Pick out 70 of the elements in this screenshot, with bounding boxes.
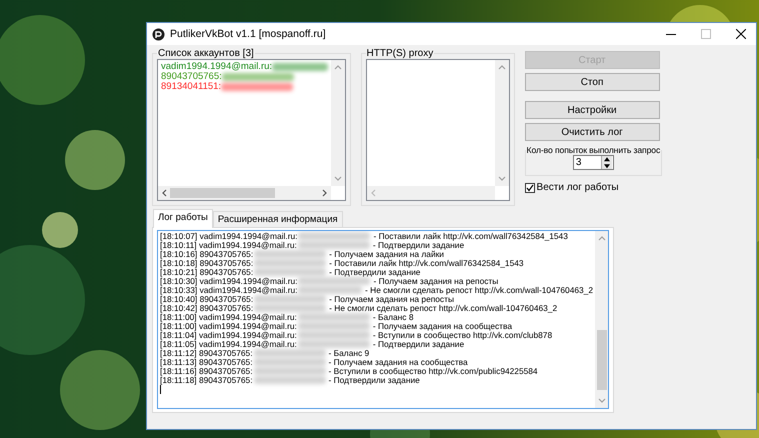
scroll-down-icon[interactable] — [498, 176, 506, 182]
scroll-down-icon[interactable] — [334, 176, 342, 182]
horizontal-scrollbar[interactable] — [366, 186, 495, 200]
log-message: - Получаем задания на сообщества — [328, 358, 468, 367]
checkbox-label[interactable]: Вести лог работы — [536, 182, 619, 193]
log-line: [18:10:18] 89043705765: — [160, 259, 254, 268]
log-message: - Поставили лайк http://vk.com/wall76342584_1543 — [373, 232, 568, 241]
log-line: [18:10:40] 89043705765: — [160, 295, 254, 304]
accounts-list[interactable]: vadim1994.1994@mail.ru: 89043705765: 89134041151: — [157, 59, 346, 201]
checkbox[interactable] — [524, 182, 535, 192]
log-message: - Подтвердили задание — [329, 268, 420, 277]
log-line: [18:10:42] 89043705765: — [160, 304, 254, 313]
group-title: Список аккаунтов [3] — [157, 48, 255, 59]
app-icon — [152, 28, 165, 40]
clear-log-button[interactable]: Очистить лог — [524, 123, 660, 141]
scroll-left-icon[interactable] — [161, 189, 167, 197]
log-line: [18:11:05] vadim1994.1994@mail.ru: — [160, 340, 297, 349]
tab[interactable]: Лог работы — [153, 209, 213, 228]
log-line: [18:11:13] 89043705765: — [160, 358, 253, 367]
account-entry[interactable]: 89134041151: — [161, 82, 222, 92]
close-icon[interactable] — [736, 29, 746, 39]
stop-button[interactable]: Стоп — [524, 73, 660, 91]
maximize-icon[interactable] — [701, 29, 711, 39]
log-message: - Подтвердили задание — [328, 376, 420, 385]
log-message: - Получаем задания на репосты — [373, 277, 498, 286]
log-message: - Вступили в сообщество http://vk.com/club878 — [372, 331, 552, 340]
log-line: [18:10:21] 89043705765: — [160, 268, 254, 277]
log-message: - Поставили лайк http://vk.com/wall76342584_1543 — [329, 259, 524, 268]
scroll-down-icon[interactable] — [598, 398, 606, 404]
log-line: [18:11:04] vadim1994.1994@mail.ru: — [160, 331, 297, 340]
log-message: - Не смогли сделать репост http://vk.com/wall-104760463_2 — [365, 286, 593, 295]
log-line: [18:11:00] vadim1994.1994@mail.ru: — [160, 322, 297, 331]
log-line: [18:11:00] vadim1994.1994@mail.ru: — [160, 313, 297, 322]
proxy-list[interactable] — [366, 59, 510, 201]
vertical-scrollbar[interactable] — [494, 60, 509, 186]
log-line: [18:10:16] 89043705765: — [160, 250, 254, 259]
log-line: [18:11:18] 89043705765: — [160, 376, 253, 385]
number-spinner[interactable]: 3 — [572, 155, 614, 170]
log-line: [18:10:33] vadim1994.1994@mail.ru: — [160, 286, 298, 295]
log-message: - Получаем задания на репосты — [329, 295, 454, 304]
vertical-scrollbar[interactable] — [595, 231, 608, 408]
scroll-thumb[interactable] — [596, 330, 606, 390]
group-title: HTTP(S) proxy — [366, 48, 434, 59]
group-title: Кол-во попыток выполнить запрос — [526, 145, 662, 155]
log-message: - Подтвердили задание — [372, 241, 464, 250]
log-message: - Получаем задания на лайки — [329, 250, 444, 259]
window-title: PutlikerVkBot v1.1 [mospanoff.ru] — [170, 28, 327, 40]
scroll-up-icon[interactable] — [498, 64, 506, 70]
log-message: - Подтвердили задание — [372, 340, 464, 349]
scroll-right-icon[interactable] — [322, 189, 328, 197]
log-message: - Не смогли сделать репост http://vk.com/wall-104760463_2 — [329, 304, 558, 313]
scroll-thumb[interactable] — [170, 188, 275, 198]
log-line: [18:10:11] vadim1994.1994@mail.ru: — [160, 241, 297, 250]
horizontal-scrollbar[interactable] — [158, 186, 331, 200]
account-entry[interactable]: vadim1994.1994@mail.ru: — [161, 62, 272, 72]
log-message: - Вступили в сообщество http://vk.com/public94225584 — [328, 367, 538, 376]
account-entry[interactable]: 89043705765: — [161, 72, 222, 82]
scroll-up-icon[interactable] — [598, 235, 606, 241]
scroll-up-icon[interactable] — [334, 64, 342, 70]
log-line: [18:10:07] vadim1994.1994@mail.ru: — [160, 232, 298, 241]
log-message: - Баланс 9 — [328, 349, 370, 358]
log-line: [18:11:16] 89043705765: — [160, 367, 253, 376]
vertical-scrollbar[interactable] — [330, 60, 345, 186]
blurred-text — [272, 63, 328, 71]
log-line: [18:11:12] 89043705765: — [160, 349, 253, 358]
log-message: - Получаем задания на сообщества — [372, 322, 512, 331]
tab[interactable]: Расширенная информация — [212, 211, 343, 227]
settings-button[interactable]: Настройки — [524, 101, 660, 119]
log-line: [18:10:30] vadim1994.1994@mail.ru: — [160, 277, 298, 286]
log-message: - Баланс 8 — [372, 313, 414, 322]
